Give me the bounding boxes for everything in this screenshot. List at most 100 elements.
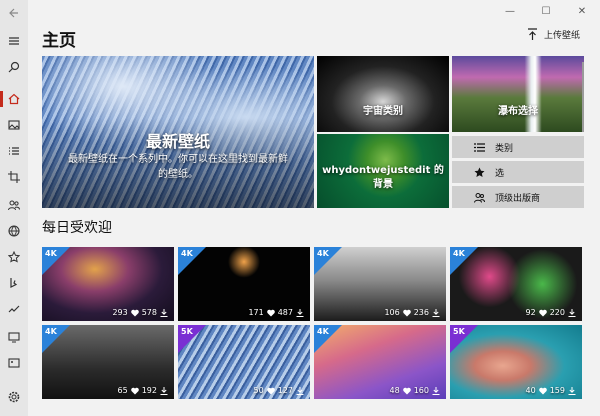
top-publishers-label: 顶级出版商 bbox=[495, 193, 541, 204]
downloads-count: 220 bbox=[549, 308, 565, 317]
latest-wallpapers-title: 最新壁纸 bbox=[145, 132, 210, 151]
download-icon bbox=[432, 308, 440, 317]
download-icon bbox=[568, 308, 576, 317]
latest-wallpapers-desc: 最新壁纸在一个系列中。你可以在这里找到最新鲜 的壁纸。 bbox=[42, 152, 314, 182]
resolution-badge-text: 4K bbox=[317, 327, 329, 336]
thumb-stats: 40 159 bbox=[526, 386, 576, 395]
star-icon bbox=[474, 167, 485, 177]
heart-icon bbox=[266, 387, 275, 394]
picks-button[interactable]: 选 bbox=[452, 161, 584, 183]
resolution-badge-text: 5K bbox=[181, 327, 193, 336]
download-icon bbox=[296, 386, 304, 395]
list-icon bbox=[474, 142, 485, 152]
wallpaper-thumb[interactable]: 5K 50 127 bbox=[178, 325, 310, 399]
resolution-badge-text: 4K bbox=[45, 249, 57, 258]
heart-icon bbox=[402, 387, 411, 394]
star-icon[interactable] bbox=[0, 246, 28, 268]
wallpaper-thumb[interactable]: 4K 65 192 bbox=[42, 325, 174, 399]
likes-count: 293 bbox=[112, 308, 128, 317]
downloads-count: 160 bbox=[413, 386, 429, 395]
upload-icon bbox=[527, 28, 537, 40]
universe-category-card[interactable]: 宇宙类别 bbox=[317, 56, 449, 132]
likes-count: 50 bbox=[253, 386, 264, 395]
picks-label: 选 bbox=[495, 168, 505, 179]
resolution-badge-text: 4K bbox=[317, 249, 329, 258]
heart-icon bbox=[130, 387, 139, 394]
wallpaper-thumb[interactable]: 4K 171 487 bbox=[178, 247, 310, 321]
whydontwejustedit-line1: whydontwejustedit 的 bbox=[322, 165, 444, 176]
heart-icon bbox=[402, 309, 411, 316]
latest-wallpapers-desc-line2: 的壁纸。 bbox=[158, 169, 198, 180]
crop-icon[interactable] bbox=[0, 166, 28, 188]
resolution-badge-text: 4K bbox=[453, 249, 465, 258]
whydontwejustedit-line2: 背景 bbox=[373, 179, 393, 190]
back-arrow-icon[interactable] bbox=[0, 2, 28, 24]
likes-count: 92 bbox=[525, 308, 536, 317]
download-icon bbox=[160, 386, 168, 395]
whydontwejustedit-card[interactable]: whydontwejustedit 的 背景 bbox=[317, 134, 449, 208]
wallpaper-thumb[interactable]: 4K 92 220 bbox=[450, 247, 582, 321]
downloads-count: 159 bbox=[549, 386, 565, 395]
trend-icon[interactable] bbox=[0, 298, 28, 320]
upload-wallpaper-button[interactable]: 上传壁纸 bbox=[527, 28, 580, 41]
heart-icon bbox=[130, 309, 139, 316]
hero-scrollbar[interactable] bbox=[582, 62, 584, 132]
resolution-badge-text: 4K bbox=[181, 249, 193, 258]
globe-icon[interactable] bbox=[0, 220, 28, 242]
monitor-icon[interactable] bbox=[0, 326, 28, 348]
downloads-count: 578 bbox=[141, 308, 157, 317]
gear-icon[interactable] bbox=[0, 386, 28, 408]
likes-count: 171 bbox=[248, 308, 264, 317]
wallpaper-thumb[interactable]: 4K 106 236 bbox=[314, 247, 446, 321]
downloads-count: 236 bbox=[413, 308, 429, 317]
list-icon[interactable] bbox=[0, 140, 28, 162]
home-icon[interactable] bbox=[0, 88, 28, 110]
likes-count: 40 bbox=[525, 386, 536, 395]
search-icon[interactable] bbox=[0, 56, 28, 78]
download-icon bbox=[568, 386, 576, 395]
upload-label: 上传壁纸 bbox=[543, 31, 580, 41]
window-controls: — ☐ ✕ bbox=[492, 0, 600, 22]
wallpaper-thumb[interactable]: 4K 293 578 bbox=[42, 247, 174, 321]
heart-icon bbox=[538, 309, 547, 316]
whydontwejustedit-label: whydontwejustedit 的 背景 bbox=[317, 164, 449, 192]
categories-button[interactable]: 类别 bbox=[452, 136, 584, 158]
wallpaper-thumb[interactable]: 4K 48 160 bbox=[314, 325, 446, 399]
nav-rail bbox=[0, 0, 28, 416]
image-2-icon[interactable] bbox=[0, 352, 28, 374]
latest-wallpapers-card[interactable]: 最新壁纸 最新壁纸在一个系列中。你可以在这里找到最新鲜 的壁纸。 bbox=[42, 56, 314, 208]
likes-count: 106 bbox=[384, 308, 400, 317]
wallpaper-thumb[interactable]: 5K 40 159 bbox=[450, 325, 582, 399]
menu-icon[interactable] bbox=[0, 30, 28, 52]
page-title: 主页 bbox=[42, 31, 76, 51]
maximize-button[interactable]: ☐ bbox=[528, 0, 564, 22]
thumb-stats: 293 578 bbox=[112, 308, 168, 317]
group-icon[interactable] bbox=[0, 194, 28, 216]
bing-icon[interactable] bbox=[0, 272, 28, 294]
image-icon[interactable] bbox=[0, 114, 28, 136]
thumb-stats: 106 236 bbox=[384, 308, 440, 317]
thumb-stats: 50 127 bbox=[254, 386, 304, 395]
resolution-badge-text: 5K bbox=[453, 327, 465, 336]
thumb-stats: 48 160 bbox=[390, 386, 440, 395]
heart-icon bbox=[538, 387, 547, 394]
likes-count: 48 bbox=[389, 386, 400, 395]
thumb-stats: 171 487 bbox=[248, 308, 304, 317]
download-icon bbox=[160, 308, 168, 317]
download-icon bbox=[296, 308, 304, 317]
people-icon bbox=[474, 192, 485, 203]
daily-popular-heading: 每日受欢迎 bbox=[42, 220, 112, 236]
waterfall-selection-label: 瀑布选择 bbox=[498, 106, 538, 117]
categories-label: 类别 bbox=[495, 143, 514, 154]
minimize-button[interactable]: — bbox=[492, 0, 528, 22]
downloads-count: 192 bbox=[141, 386, 157, 395]
close-button[interactable]: ✕ bbox=[564, 0, 600, 22]
top-publishers-button[interactable]: 顶级出版商 bbox=[452, 186, 584, 208]
heart-icon bbox=[266, 309, 275, 316]
waterfall-selection-card[interactable]: 瀑布选择 bbox=[452, 56, 584, 132]
universe-category-label: 宇宙类别 bbox=[363, 106, 403, 117]
thumb-stats: 65 192 bbox=[118, 386, 168, 395]
download-icon bbox=[432, 386, 440, 395]
thumb-stats: 92 220 bbox=[526, 308, 576, 317]
latest-wallpapers-desc-line1: 最新壁纸在一个系列中。你可以在这里找到最新鲜 bbox=[68, 154, 288, 165]
